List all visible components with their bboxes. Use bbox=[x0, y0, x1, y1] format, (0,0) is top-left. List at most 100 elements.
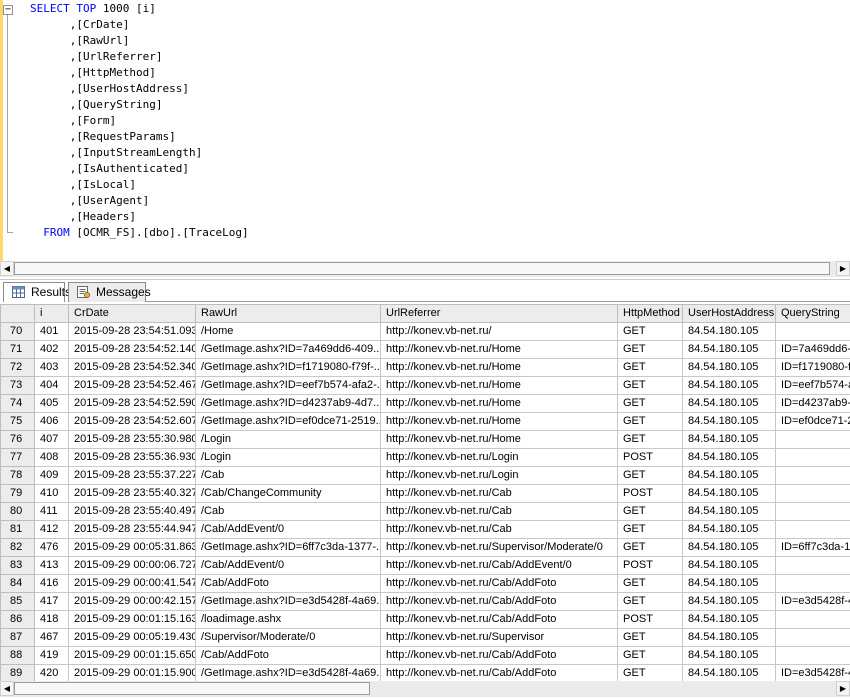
cell-querystring[interactable] bbox=[775, 322, 850, 341]
cell-i[interactable]: 420 bbox=[34, 664, 69, 681]
cell-crdate[interactable]: 2015-09-28 23:55:44.947 bbox=[68, 520, 196, 539]
cell-crdate[interactable]: 2015-09-29 00:05:19.430 bbox=[68, 628, 196, 647]
cell-crdate[interactable]: 2015-09-28 23:55:30.980 bbox=[68, 430, 196, 449]
cell-rawurl[interactable]: /Login bbox=[195, 430, 381, 449]
cell-httpmethod[interactable]: GET bbox=[617, 340, 683, 359]
table-row[interactable]: 75 406 2015-09-28 23:54:52.607/GetImage.as… bbox=[0, 412, 850, 431]
sql-text[interactable]: SELECT TOP 1000 [i] ,[CrDate] ,[RawUrl] … bbox=[30, 1, 249, 241]
cell-httpmethod[interactable]: GET bbox=[617, 466, 683, 485]
cell-rawurl[interactable]: /GetImage.ashx?ID=e3d5428f-4a69... bbox=[195, 592, 381, 611]
row-number[interactable]: 83 bbox=[0, 556, 35, 575]
cell-userhostaddress[interactable]: 84.54.180.105 bbox=[682, 646, 776, 665]
cell-urlreferrer[interactable]: http://konev.vb-net.ru/Home bbox=[380, 376, 618, 395]
row-number[interactable]: 85 bbox=[0, 592, 35, 611]
cell-i[interactable]: 416 bbox=[34, 574, 69, 593]
cell-rawurl[interactable]: /GetImage.ashx?ID=ef0dce71-2519... bbox=[195, 412, 381, 431]
cell-rawurl[interactable]: /Supervisor/Moderate/0 bbox=[195, 628, 381, 647]
row-number[interactable]: 76 bbox=[0, 430, 35, 449]
row-number[interactable]: 88 bbox=[0, 646, 35, 665]
column-header-querystring[interactable]: QueryString bbox=[775, 304, 850, 323]
cell-urlreferrer[interactable]: http://konev.vb-net.ru/Cab/AddEvent/0 bbox=[380, 556, 618, 575]
cell-querystring[interactable] bbox=[775, 430, 850, 449]
cell-rawurl[interactable]: /GetImage.ashx?ID=e3d5428f-4a69... bbox=[195, 664, 381, 681]
cell-httpmethod[interactable]: POST bbox=[617, 484, 683, 503]
cell-httpmethod[interactable]: GET bbox=[617, 376, 683, 395]
row-number[interactable]: 82 bbox=[0, 538, 35, 557]
cell-httpmethod[interactable]: GET bbox=[617, 394, 683, 413]
cell-crdate[interactable]: 2015-09-28 23:54:51.093 bbox=[68, 322, 196, 341]
cell-crdate[interactable]: 2015-09-29 00:00:42.157 bbox=[68, 592, 196, 611]
editor-horizontal-scrollbar[interactable]: ◀ ▶ bbox=[0, 261, 850, 277]
cell-urlreferrer[interactable]: http://konev.vb-net.ru/Cab/AddFoto bbox=[380, 610, 618, 629]
cell-userhostaddress[interactable]: 84.54.180.105 bbox=[682, 502, 776, 521]
cell-userhostaddress[interactable]: 84.54.180.105 bbox=[682, 466, 776, 485]
cell-userhostaddress[interactable]: 84.54.180.105 bbox=[682, 628, 776, 647]
cell-i[interactable]: 406 bbox=[34, 412, 69, 431]
cell-rawurl[interactable]: /Cab/AddFoto bbox=[195, 646, 381, 665]
cell-i[interactable]: 418 bbox=[34, 610, 69, 629]
cell-userhostaddress[interactable]: 84.54.180.105 bbox=[682, 664, 776, 681]
scroll-right-icon[interactable]: ▶ bbox=[836, 681, 850, 696]
cell-querystring[interactable]: ID=f1719080-f bbox=[775, 358, 850, 377]
scroll-left-icon[interactable]: ◀ bbox=[0, 261, 14, 276]
grid-scroll-thumb[interactable] bbox=[14, 682, 370, 695]
cell-urlreferrer[interactable]: http://konev.vb-net.ru/Cab/AddFoto bbox=[380, 592, 618, 611]
cell-i[interactable]: 410 bbox=[34, 484, 69, 503]
column-header-httpmethod[interactable]: HttpMethod bbox=[617, 304, 683, 323]
cell-rawurl[interactable]: /Cab/AddEvent/0 bbox=[195, 556, 381, 575]
cell-crdate[interactable]: 2015-09-28 23:54:52.607 bbox=[68, 412, 196, 431]
table-row[interactable]: 77 408 2015-09-28 23:55:36.930/Login http:/… bbox=[0, 448, 850, 467]
cell-urlreferrer[interactable]: http://konev.vb-net.ru/Cab/AddFoto bbox=[380, 646, 618, 665]
cell-userhostaddress[interactable]: 84.54.180.105 bbox=[682, 394, 776, 413]
cell-urlreferrer[interactable]: http://konev.vb-net.ru/Supervisor bbox=[380, 628, 618, 647]
cell-httpmethod[interactable]: GET bbox=[617, 358, 683, 377]
row-number[interactable]: 81 bbox=[0, 520, 35, 539]
cell-crdate[interactable]: 2015-09-28 23:54:52.340 bbox=[68, 358, 196, 377]
cell-userhostaddress[interactable]: 84.54.180.105 bbox=[682, 340, 776, 359]
row-selector-header[interactable] bbox=[0, 304, 35, 323]
cell-i[interactable]: 405 bbox=[34, 394, 69, 413]
cell-urlreferrer[interactable]: http://konev.vb-net.ru/Supervisor/Modera… bbox=[380, 538, 618, 557]
cell-rawurl[interactable]: /GetImage.ashx?ID=6ff7c3da-1377-... bbox=[195, 538, 381, 557]
cell-userhostaddress[interactable]: 84.54.180.105 bbox=[682, 412, 776, 431]
cell-urlreferrer[interactable]: http://konev.vb-net.ru/Cab/AddFoto bbox=[380, 664, 618, 681]
cell-crdate[interactable]: 2015-09-29 00:01:15.163 bbox=[68, 610, 196, 629]
cell-rawurl[interactable]: /Login bbox=[195, 448, 381, 467]
row-number[interactable]: 70 bbox=[0, 322, 35, 341]
column-header-userhostaddress[interactable]: UserHostAddress bbox=[682, 304, 776, 323]
cell-i[interactable]: 412 bbox=[34, 520, 69, 539]
cell-rawurl[interactable]: /GetImage.ashx?ID=eef7b574-afa2-... bbox=[195, 376, 381, 395]
sql-editor[interactable]: − SELECT TOP 1000 [i] ,[CrDate] ,[RawUrl… bbox=[0, 0, 850, 261]
row-number[interactable]: 87 bbox=[0, 628, 35, 647]
row-number[interactable]: 89 bbox=[0, 664, 35, 681]
cell-i[interactable]: 413 bbox=[34, 556, 69, 575]
cell-i[interactable]: 417 bbox=[34, 592, 69, 611]
table-row[interactable]: 70 401 2015-09-28 23:54:51.093/Home http://… bbox=[0, 322, 850, 341]
cell-userhostaddress[interactable]: 84.54.180.105 bbox=[682, 520, 776, 539]
cell-httpmethod[interactable]: POST bbox=[617, 448, 683, 467]
cell-userhostaddress[interactable]: 84.54.180.105 bbox=[682, 538, 776, 557]
cell-httpmethod[interactable]: GET bbox=[617, 592, 683, 611]
cell-crdate[interactable]: 2015-09-29 00:00:41.547 bbox=[68, 574, 196, 593]
cell-i[interactable]: 401 bbox=[34, 322, 69, 341]
cell-querystring[interactable] bbox=[775, 520, 850, 539]
cell-querystring[interactable]: ID=d4237ab9- bbox=[775, 394, 850, 413]
row-number[interactable]: 73 bbox=[0, 376, 35, 395]
cell-i[interactable]: 408 bbox=[34, 448, 69, 467]
cell-crdate[interactable]: 2015-09-28 23:55:36.930 bbox=[68, 448, 196, 467]
cell-rawurl[interactable]: /GetImage.ashx?ID=f1719080-f79f-... bbox=[195, 358, 381, 377]
cell-i[interactable]: 411 bbox=[34, 502, 69, 521]
table-row[interactable]: 86 418 2015-09-29 00:01:15.163/loadimage.a… bbox=[0, 610, 850, 629]
table-row[interactable]: 87 467 2015-09-29 00:05:19.430/Supervisor/… bbox=[0, 628, 850, 647]
editor-scroll-thumb[interactable] bbox=[14, 262, 830, 275]
cell-rawurl[interactable]: /GetImage.ashx?ID=7a469dd6-409... bbox=[195, 340, 381, 359]
cell-querystring[interactable] bbox=[775, 574, 850, 593]
cell-crdate[interactable]: 2015-09-29 00:01:15.650 bbox=[68, 646, 196, 665]
cell-rawurl[interactable]: /Cab/AddEvent/0 bbox=[195, 520, 381, 539]
cell-urlreferrer[interactable]: http://konev.vb-net.ru/Cab bbox=[380, 520, 618, 539]
cell-querystring[interactable]: ID=e3d5428f-4 bbox=[775, 664, 850, 681]
row-number[interactable]: 77 bbox=[0, 448, 35, 467]
cell-rawurl[interactable]: /Home bbox=[195, 322, 381, 341]
cell-urlreferrer[interactable]: http://konev.vb-net.ru/Login bbox=[380, 448, 618, 467]
cell-rawurl[interactable]: /Cab bbox=[195, 502, 381, 521]
